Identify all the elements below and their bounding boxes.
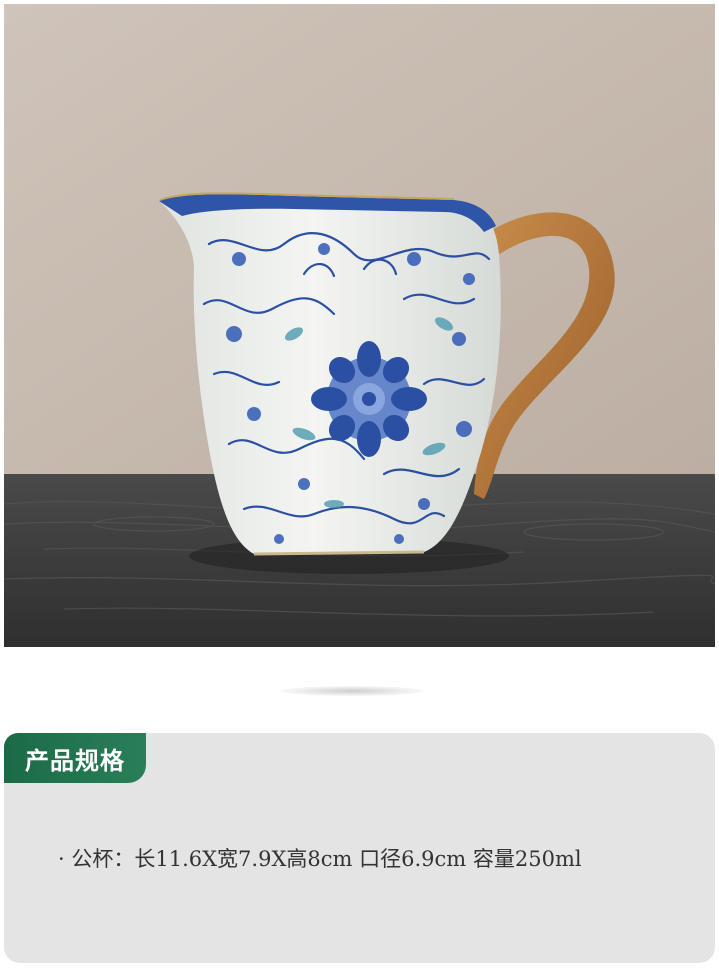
spec-title-tag: 产品规格: [4, 733, 146, 783]
spec-dimensions-text: · 公杯：长11.6X宽7.9X高8cm 口径6.9cm 容量250ml: [58, 847, 582, 871]
product-photo: [4, 4, 715, 647]
decorative-smudge: [282, 686, 422, 696]
